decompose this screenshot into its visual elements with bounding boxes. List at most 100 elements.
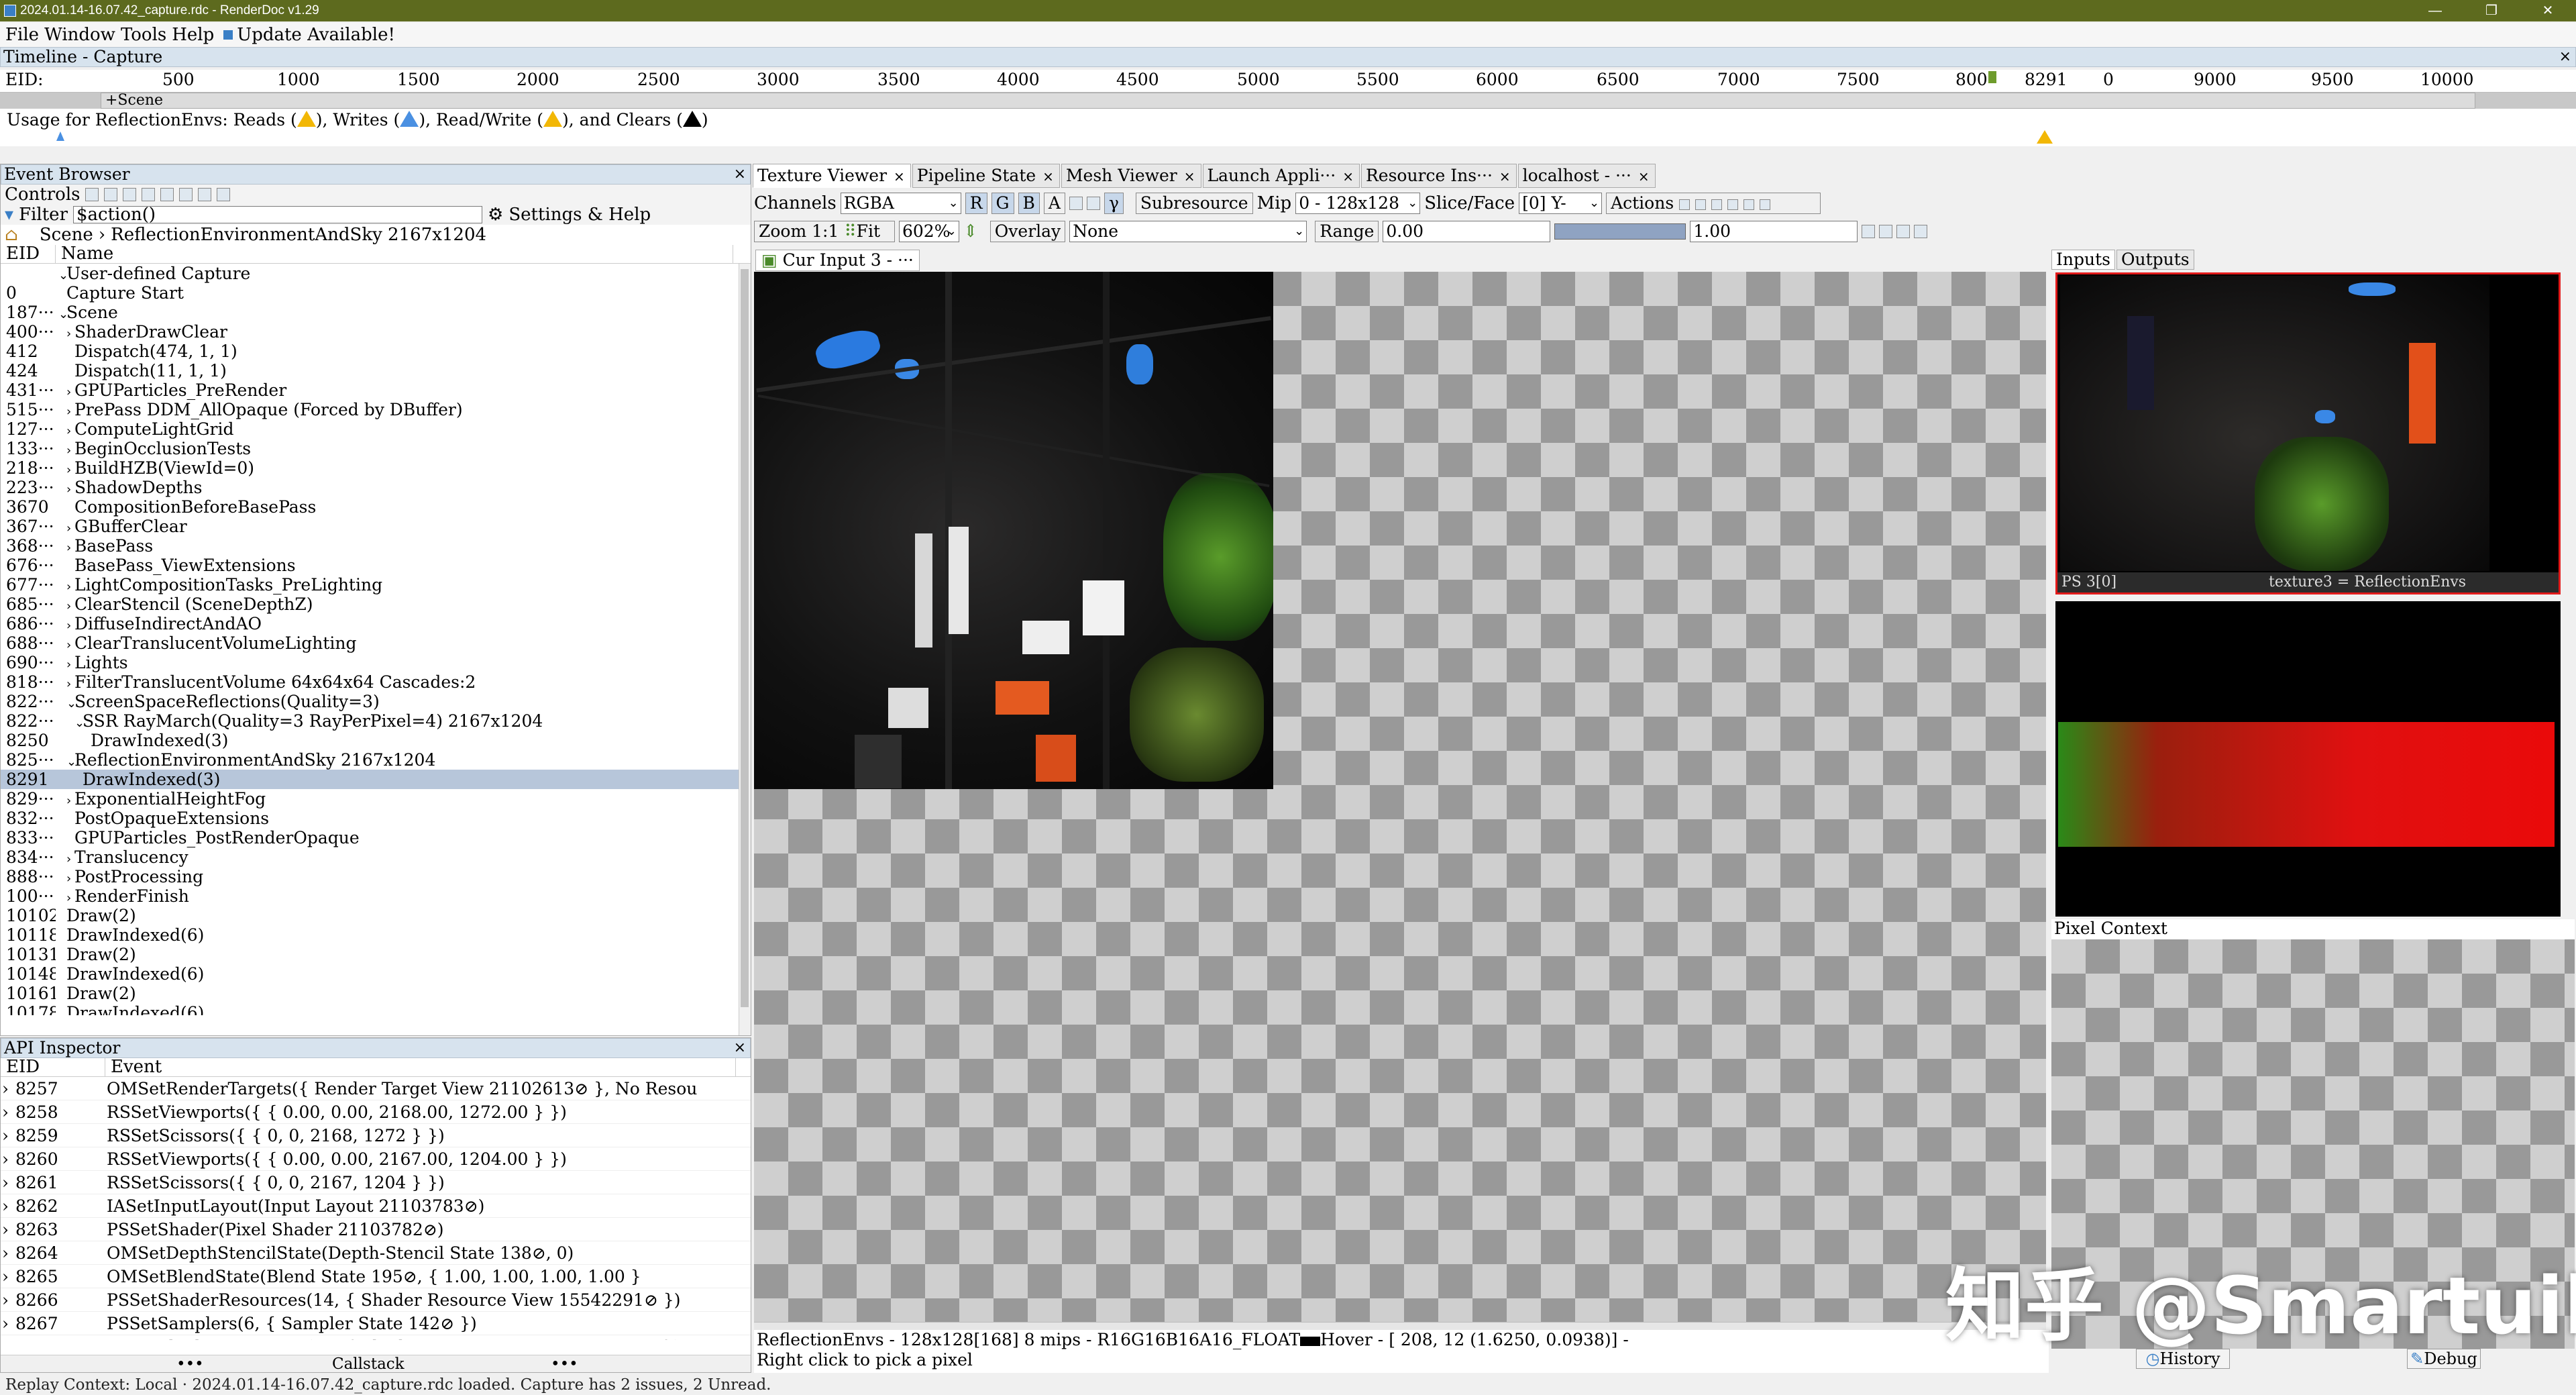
fit-button[interactable]: Fit (857, 221, 880, 241)
event-row[interactable]: 688··· › ClearTranslucentVolumeLighting (1, 633, 751, 653)
usage-write-marker-icon[interactable] (56, 132, 64, 141)
chevron-right-icon[interactable]: › (2, 1194, 9, 1218)
chevron-right-icon[interactable]: › (2, 1147, 9, 1171)
tab-resource-inspector[interactable]: Resource Ins··· × (1360, 164, 1517, 188)
expand-chevron-icon[interactable]: › (66, 869, 74, 888)
texture-canvas[interactable] (754, 272, 2046, 1322)
event-row[interactable]: 822··· ⌄SSR RayMarch(Quality=3 RayPerPixe… (1, 711, 751, 731)
expand-chevron-icon[interactable]: › (66, 849, 74, 869)
range-slider[interactable] (1554, 223, 1686, 240)
save-icon[interactable] (1679, 199, 1690, 210)
menu-window[interactable]: Window (44, 25, 115, 45)
event-row[interactable]: 832··· PostOpaqueExtensions (1, 809, 751, 828)
api-call-row[interactable]: › 8260 RSSetViewports({ { 0.00, 0.00, 2167… (1, 1147, 751, 1171)
red-channel-toggle[interactable]: R (965, 193, 987, 214)
event-scrollbar[interactable] (739, 264, 751, 1035)
tab-texture-viewer[interactable]: Texture Viewer × (753, 164, 911, 188)
zoom-range-icon[interactable] (1862, 225, 1876, 238)
event-row[interactable]: 218··· › BuildHZB(ViewId=0) (1, 458, 751, 478)
api-call-row[interactable]: › 8262 IASetInputLayout(Input Layout 21103… (1, 1194, 751, 1218)
expand-chevron-icon[interactable]: › (66, 519, 74, 538)
chevron-right-icon[interactable]: › (2, 1241, 9, 1265)
forward-icon[interactable] (104, 188, 118, 201)
api-call-row[interactable]: › 8257 OMSetRenderTargets({ Render Target … (1, 1077, 751, 1100)
expand-chevron-icon[interactable]: › (66, 480, 74, 499)
event-row[interactable]: 223··· › ShadowDepths (1, 478, 751, 497)
event-row[interactable]: 367··· › GBufferClear (1, 517, 751, 536)
expand-chevron-icon[interactable]: ⌄ (74, 713, 85, 733)
event-row[interactable]: 8291 DrawIndexed(3) (1, 770, 751, 789)
flip-icon[interactable]: ⇕ (963, 221, 978, 242)
close-icon[interactable]: × (1184, 168, 1195, 185)
event-row[interactable]: 187··· ⌄Scene (1, 303, 751, 322)
event-row[interactable]: 686··· › DiffuseIndirectAndAO (1, 614, 751, 633)
chevron-right-icon[interactable]: › (2, 1265, 9, 1288)
expand-chevron-icon[interactable]: ⌄ (66, 752, 76, 772)
chevron-right-icon[interactable]: › (2, 1218, 9, 1241)
goto-icon[interactable] (142, 188, 156, 201)
settings-help-button[interactable]: Settings & Help (508, 205, 651, 225)
overlay-select[interactable]: None ⌄ (1069, 221, 1307, 242)
api-call-row[interactable]: › 8264 OMSetDepthStencilState(Depth-Stenci… (1, 1241, 751, 1265)
expand-chevron-icon[interactable]: › (66, 460, 74, 480)
event-row[interactable]: 10178 DrawIndexed(6) (1, 1003, 751, 1015)
filter-input[interactable]: $action() (73, 206, 482, 223)
input-thumbnail[interactable] (2055, 601, 2561, 917)
event-row[interactable]: 829··· › ExponentialHeightFog (1, 789, 751, 809)
back-icon[interactable] (85, 188, 99, 201)
bookmark-icon[interactable] (160, 188, 174, 201)
expand-chevron-icon[interactable]: › (66, 421, 74, 441)
export-icon[interactable] (198, 188, 212, 201)
event-row[interactable]: 10148 DrawIndexed(6) (1, 964, 751, 984)
event-row[interactable]: 10131 Draw(2) (1, 945, 751, 964)
breadcrumb-scene[interactable]: Scene (40, 225, 93, 245)
expand-chevron-icon[interactable]: ⌄ (58, 305, 68, 324)
col-eid[interactable]: EID (1, 1058, 105, 1076)
close-icon[interactable]: × (734, 165, 746, 184)
chevron-right-icon[interactable]: › (2, 1100, 9, 1124)
color-picker-icon[interactable] (1069, 197, 1083, 210)
update-available-link[interactable]: Update Available! (237, 25, 395, 45)
event-row[interactable]: 133··· › BeginOcclusionTests (1, 439, 751, 458)
tab-localhost[interactable]: localhost - ··· × (1517, 164, 1656, 188)
chevron-right-icon[interactable]: › (2, 1171, 9, 1194)
range-max-input[interactable]: 1.00 (1690, 221, 1858, 242)
chevron-right-icon[interactable]: › (2, 1124, 9, 1147)
event-row[interactable]: 127··· › ComputeLightGrid (1, 419, 751, 439)
api-call-row[interactable]: › 8266 PSSetShaderResources(14, { Shader R… (1, 1288, 751, 1312)
usage-read-marker-icon[interactable] (2037, 130, 2053, 144)
api-call-row[interactable]: › 8258 RSSetViewports({ { 0.00, 0.00, 2168… (1, 1100, 751, 1124)
tab-launch-application[interactable]: Launch Appli··· × (1202, 164, 1360, 188)
event-row[interactable]: 10102 Draw(2) (1, 906, 751, 925)
event-row[interactable]: 3670 CompositionBeforeBasePass (1, 497, 751, 517)
expand-chevron-icon[interactable]: ⌄ (58, 266, 68, 285)
view-icon[interactable] (1727, 199, 1738, 210)
expand-right-dots[interactable]: ••• (551, 1355, 578, 1373)
event-row[interactable]: 685··· › ClearStencil (SceneDepthZ) (1, 595, 751, 614)
close-icon[interactable]: × (1638, 168, 1650, 185)
event-row[interactable]: 818··· › FilterTranslucentVolume 64x64x64 … (1, 672, 751, 692)
timer-icon[interactable] (179, 188, 193, 201)
event-row[interactable]: 833··· GPUParticles_PostRenderOpaque (1, 828, 751, 847)
options-icon[interactable] (1759, 199, 1770, 210)
event-row[interactable]: 100··· › RenderFinish (1, 886, 751, 906)
expand-chevron-icon[interactable]: › (66, 538, 74, 558)
event-row[interactable]: 888··· › PostProcessing (1, 867, 751, 886)
menu-tools[interactable]: Tools (121, 25, 166, 45)
event-row[interactable]: 825··· ⌄ReflectionEnvironmentAndSky 2167x… (1, 750, 751, 770)
expand-chevron-icon[interactable]: ⌄ (66, 694, 76, 713)
maximize-button[interactable]: ❐ (2463, 0, 2520, 21)
api-call-row[interactable]: › 8261 RSSetScissors({ { 0, 0, 2167, 1204 … (1, 1171, 751, 1194)
api-call-row[interactable]: › 8267 PSSetSamplers(6, { Sampler State 14… (1, 1312, 751, 1335)
settings-dropdown-icon[interactable] (217, 188, 231, 201)
event-row[interactable]: 10161 Draw(2) (1, 984, 751, 1003)
chevron-right-icon[interactable]: › (2, 1077, 9, 1100)
close-icon[interactable]: × (734, 1039, 746, 1057)
expand-chevron-icon[interactable]: › (66, 382, 74, 402)
event-row[interactable]: 412 Dispatch(474, 1, 1) (1, 342, 751, 361)
chevron-right-icon[interactable]: › (2, 1312, 9, 1335)
timeline-ruler[interactable]: EID: 500 1000 1500 2000 2500 3000 3500 4… (0, 70, 2576, 93)
timeline-scene-track[interactable]: +Scene (0, 93, 2576, 109)
alpha-channel-toggle[interactable]: A (1043, 193, 1065, 214)
chevron-right-icon[interactable]: › (2, 1288, 9, 1312)
